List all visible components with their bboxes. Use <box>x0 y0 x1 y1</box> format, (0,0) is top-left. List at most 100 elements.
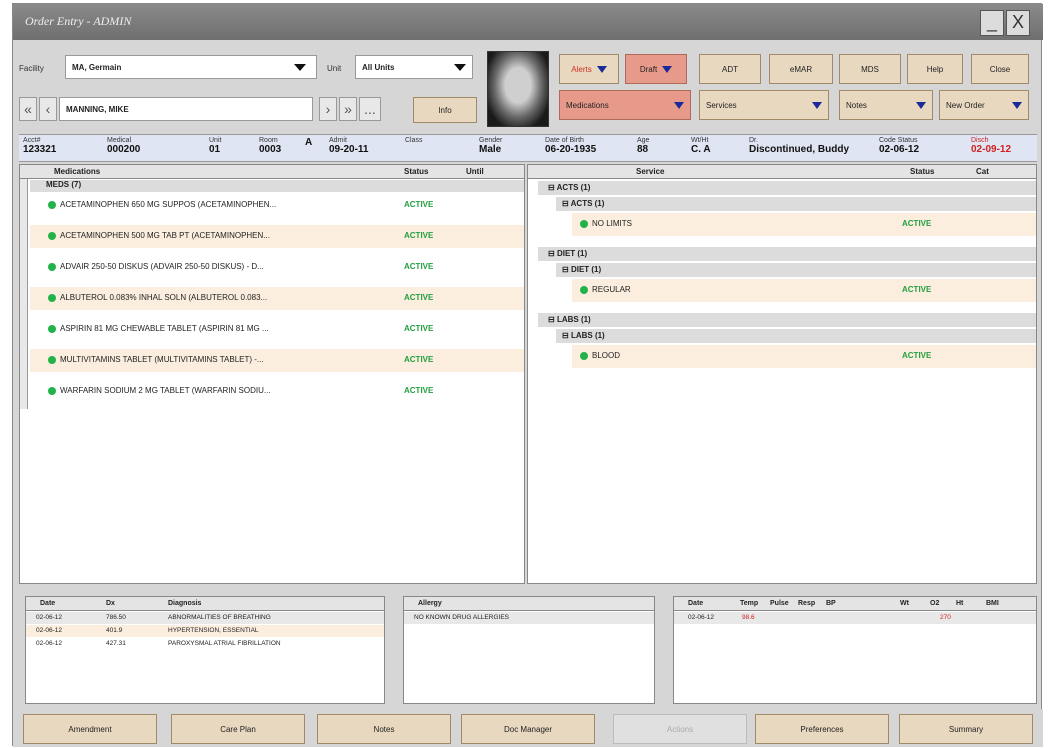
diagnosis-row[interactable]: 02-06-12 427.31 PAROXYSMAL ATRIAL FIBRIL… <box>26 638 384 650</box>
info-button[interactable]: Info <box>413 97 477 123</box>
order-entry-window: Order Entry - ADMIN _ X Facility MA, Ger… <box>12 3 1043 747</box>
col-dx[interactable]: Dx <box>106 600 115 607</box>
draft-label: Draft <box>639 64 658 74</box>
services-dropdown[interactable]: Services <box>699 90 829 120</box>
first-record-button[interactable]: « <box>19 97 37 121</box>
service-group-header[interactable]: ⊟ ACTS (1) <box>538 181 1036 195</box>
medication-row[interactable]: MULTIVITAMINS TABLET (MULTIVITAMINS TABL… <box>30 349 524 372</box>
adt-button[interactable]: ADT <box>699 54 761 84</box>
notes-dropdown-label: Notes <box>846 100 867 110</box>
last-record-button[interactable]: » <box>339 97 357 121</box>
bottom-button[interactable]: Preferences <box>755 714 889 744</box>
allergy-row[interactable]: NO KNOWN DRUG ALLERGIES <box>404 612 654 624</box>
facility-dropdown-icon[interactable] <box>294 64 306 71</box>
medication-row[interactable]: WARFARIN SODIUM 2 MG TABLET (WARFARIN SO… <box>30 380 524 403</box>
expand-icon[interactable]: ⊟ <box>562 331 571 340</box>
close-button[interactable]: Close <box>971 54 1029 84</box>
service-subgroup-header[interactable]: ⊟ ACTS (1) <box>556 197 1036 211</box>
patient-photo <box>487 51 549 127</box>
medications-row-header <box>20 179 28 409</box>
doctor-field: Dr. Discontinued, Buddy <box>749 137 849 155</box>
diagnosis-date: 02-06-12 <box>36 627 63 634</box>
vitals-row[interactable]: 02-06-12 98.6 270 <box>674 612 1036 624</box>
next-record-button[interactable]: › <box>319 97 337 121</box>
expand-icon[interactable]: ⊟ <box>548 183 557 192</box>
vitals-col[interactable]: BMI <box>986 600 999 607</box>
vitals-col[interactable]: BP <box>826 600 836 607</box>
minimize-button[interactable]: _ <box>980 10 1004 36</box>
expand-icon[interactable]: ⊟ <box>562 199 571 208</box>
new-order-dropdown[interactable]: New Order <box>939 90 1029 120</box>
medication-row[interactable]: ADVAIR 250-50 DISKUS (ADVAIR 250-50 DISK… <box>30 256 524 279</box>
more-button[interactable]: ... <box>359 97 381 121</box>
allergy-panel: Allergy NO KNOWN DRUG ALLERGIES <box>403 596 655 704</box>
col-cat[interactable]: Cat <box>976 167 989 176</box>
medications-dropdown-icon <box>674 101 684 109</box>
col-allergy[interactable]: Allergy <box>418 600 442 607</box>
medication-row[interactable]: ACETAMINOPHEN 650 MG SUPPOS (ACETAMINOPH… <box>30 194 524 217</box>
help-button[interactable]: Help <box>907 54 963 84</box>
medication-status: ACTIVE <box>404 200 434 209</box>
medication-status: ACTIVE <box>404 355 434 364</box>
vitals-col[interactable]: Ht <box>956 600 963 607</box>
vitals-col[interactable]: Wt <box>900 600 909 607</box>
vitals-col[interactable]: O2 <box>930 600 939 607</box>
vitals-temp: 98.6 <box>742 614 755 621</box>
bottom-button[interactable]: Summary <box>899 714 1033 744</box>
bottom-button[interactable]: Notes <box>317 714 451 744</box>
medications-panel: Medications Status Until MEDS (7) ACETAM… <box>19 164 525 584</box>
vitals-panel: Date Temp Pulse Resp BP Wt O2 Ht BMI 02-06-12 98… <box>673 596 1037 704</box>
col-service[interactable]: Service <box>636 167 664 176</box>
bottom-button[interactable]: Care Plan <box>171 714 305 744</box>
bottom-button[interactable]: Amendment <box>23 714 157 744</box>
alerts-label: Alerts <box>571 64 592 74</box>
age-field: Age 88 <box>637 137 650 155</box>
service-group-header[interactable]: ⊟ LABS (1) <box>538 313 1036 327</box>
expand-icon[interactable]: ⊟ <box>548 249 557 258</box>
medication-status: ACTIVE <box>404 262 434 271</box>
service-row[interactable]: NO LIMITS ACTIVE <box>572 213 1036 236</box>
service-group-header[interactable]: ⊟ DIET (1) <box>538 247 1036 261</box>
facility-label: Facility <box>19 64 44 73</box>
col-diagnosis[interactable]: Diagnosis <box>168 600 201 607</box>
mds-button[interactable]: MDS <box>839 54 901 84</box>
bottom-button[interactable]: Doc Manager <box>461 714 595 744</box>
facility-select[interactable]: MA, Germain <box>65 55 317 79</box>
prev-record-button[interactable]: ‹ <box>39 97 57 121</box>
draft-button[interactable]: Draft <box>625 54 687 84</box>
alerts-button[interactable]: Alerts <box>559 54 619 84</box>
vitals-col[interactable]: Resp <box>798 600 815 607</box>
medications-dropdown[interactable]: Medications <box>559 90 691 120</box>
medication-row[interactable]: ALBUTEROL 0.083% INHAL SOLN (ALBUTEROL 0… <box>30 287 524 310</box>
service-subgroup-header[interactable]: ⊟ LABS (1) <box>556 329 1036 343</box>
emar-button[interactable]: eMAR <box>769 54 833 84</box>
close-icon[interactable]: X <box>1006 10 1030 36</box>
col-until[interactable]: Until <box>466 167 484 176</box>
vitals-col[interactable]: Pulse <box>770 600 789 607</box>
bottom-button[interactable]: Actions <box>613 714 747 744</box>
unit-dropdown-icon[interactable] <box>454 64 466 71</box>
vitals-col[interactable]: Date <box>688 600 703 607</box>
service-subgroup-header[interactable]: ⊟ DIET (1) <box>556 263 1036 277</box>
expand-icon[interactable]: ⊟ <box>548 315 557 324</box>
gender-field: Gender Male <box>479 137 503 155</box>
col-medications[interactable]: Medications <box>54 167 100 176</box>
col-status[interactable]: Status <box>404 167 428 176</box>
medication-row[interactable]: ACETAMINOPHEN 500 MG TAB PT (ACETAMINOPH… <box>30 225 524 248</box>
col-date[interactable]: Date <box>40 600 55 607</box>
medication-row[interactable]: ASPIRIN 81 MG CHEWABLE TABLET (ASPIRIN 8… <box>30 318 524 341</box>
service-status: ACTIVE <box>902 285 932 294</box>
unit-field: Unit 01 <box>209 137 222 155</box>
new-order-dropdown-icon <box>1012 101 1022 109</box>
diagnosis-row[interactable]: 02-06-12 401.9 HYPERTENSION, ESSENTIAL <box>26 625 384 637</box>
notes-dropdown[interactable]: Notes <box>839 90 933 120</box>
service-row[interactable]: BLOOD ACTIVE <box>572 345 1036 368</box>
vitals-col[interactable]: Temp <box>740 600 758 607</box>
diagnosis-row[interactable]: 02-06-12 786.50 ABNORMALITIES OF BREATHI… <box>26 612 384 624</box>
col-service-status[interactable]: Status <box>910 167 934 176</box>
active-status-icon <box>580 352 588 360</box>
service-row[interactable]: REGULAR ACTIVE <box>572 279 1036 302</box>
meds-group-header[interactable]: MEDS (7) <box>30 180 524 192</box>
expand-icon[interactable]: ⊟ <box>562 265 571 274</box>
patient-search-input[interactable]: MANNING, MIKE <box>59 97 313 121</box>
